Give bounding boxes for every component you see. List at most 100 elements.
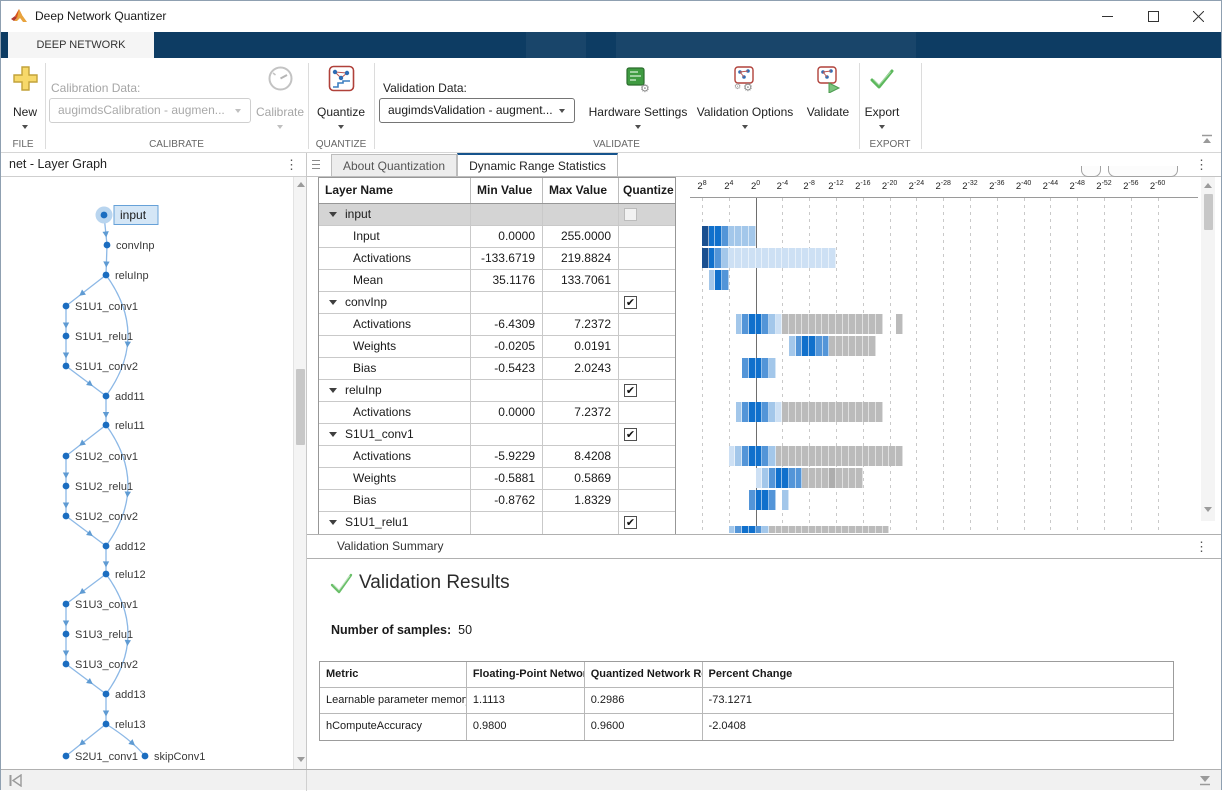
calibrate-button[interactable]: Calibrate [253,64,307,136]
graph-node-label: relu11 [115,420,145,432]
chart-clipped-button-wide[interactable] [1108,166,1178,177]
graph-node-S1U3_relu1[interactable] [63,631,70,638]
expand-triangle-icon[interactable] [329,520,337,525]
graph-node-relu13[interactable] [103,721,110,728]
panel-grip-icon[interactable] [312,160,320,169]
table-row[interactable]: reluInp✔ [319,380,675,402]
collapse-left-icon[interactable] [9,774,22,787]
table-row[interactable]: convInp✔ [319,292,675,314]
table-row[interactable]: Activations-5.92298.4208 [319,446,675,468]
quantize-cell [619,270,675,291]
collapse-ribbon-icon[interactable] [1201,134,1213,144]
histogram-bin [849,314,856,334]
validate-run-icon [815,65,843,93]
graph-node-S1U3_conv1[interactable] [63,601,70,608]
hardware-settings-dropdown-arrow[interactable] [635,125,641,129]
hardware-settings-button[interactable]: ⚙ Hardware Settings [593,64,683,136]
histogram-bin [863,402,870,422]
validation-summary-menu-icon[interactable]: ⋮ [1195,536,1208,558]
graph-node-S1U2_conv1[interactable] [63,453,70,460]
expand-triangle-icon[interactable] [329,432,337,437]
table-row[interactable]: Weights-0.02050.0191 [319,336,675,358]
table-row[interactable]: Bias-0.87621.8329 [319,490,675,512]
graph-node-label: S1U2_conv1 [75,451,138,463]
close-button[interactable] [1175,1,1221,32]
maximize-button[interactable] [1130,1,1176,32]
graph-node-add13[interactable] [103,691,110,698]
histogram-bin [769,358,776,378]
quantize-checkbox[interactable]: ✔ [624,296,637,309]
graph-vertical-scrollbar[interactable] [293,177,306,769]
graph-node-relu11[interactable] [103,422,110,429]
table-row[interactable]: S1U1_conv1✔ [319,424,675,446]
quantize-checkbox[interactable]: ✔ [624,516,637,529]
graph-scroll-up-arrow[interactable] [297,182,305,187]
new-button[interactable]: New [7,64,43,136]
dynamic-range-table: Layer Name Min Value Max Value Quantize … [318,177,676,535]
histogram-vertical-scrollbar[interactable] [1201,177,1215,521]
calibration-data-combo[interactable]: augimdsCalibration - augmen... [49,98,251,123]
minimize-button[interactable] [1084,1,1130,32]
histogram-bin [836,402,843,422]
graph-node-skipConv1[interactable] [142,753,149,760]
graph-node-S1U3_conv2[interactable] [63,661,70,668]
graph-node-S1U1_conv1[interactable] [63,303,70,310]
layer-graph-canvas[interactable]: inputconvInpreluInpS1U1_conv1S1U1_relu1S… [1,177,293,769]
table-row[interactable]: Mean35.1176133.7061 [319,270,675,292]
new-dropdown-arrow[interactable] [22,125,28,129]
quantize-button[interactable]: Quantize [314,64,368,136]
stats-panel-menu-icon[interactable]: ⋮ [1195,154,1208,176]
max-value-cell [543,204,619,225]
max-value-cell: 7.2372 [543,402,619,423]
table-row[interactable]: Input0.0000255.0000 [319,226,675,248]
quantize-checkbox[interactable]: ✔ [624,384,637,397]
graph-node-relu12[interactable] [103,571,110,578]
graph-node-add11[interactable] [103,393,110,400]
table-row[interactable]: Activations-6.43097.2372 [319,314,675,336]
export-dropdown-arrow[interactable] [879,125,885,129]
table-row[interactable]: S1U1_relu1✔ [319,512,675,534]
expand-triangle-icon[interactable] [329,212,337,217]
validation-options-dropdown-arrow[interactable] [742,125,748,129]
histogram-bin [715,226,722,246]
graph-scroll-down-arrow[interactable] [297,757,305,762]
expand-triangle-icon[interactable] [329,388,337,393]
graph-edge-arrow-icon [63,621,69,627]
graph-node-S1U1_conv2[interactable] [63,363,70,370]
table-row[interactable]: input [319,204,675,226]
histogram-scroll-down-arrow[interactable] [1204,507,1212,512]
quantize-checkbox[interactable]: ✔ [624,428,637,441]
validation-cell: -2.0408 [703,714,1173,740]
ribbon-tab-deep-network-quantizer[interactable]: DEEP NETWORK QUANTIZER [8,32,154,58]
table-row[interactable]: Bias-0.54232.0243 [319,358,675,380]
graph-node-S1U2_relu1[interactable] [63,483,70,490]
expand-triangle-icon[interactable] [329,300,337,305]
validation-options-button[interactable]: ⚙ ⚙ Validation Options [699,64,791,136]
table-row[interactable]: Activations-133.6719219.8824 [319,248,675,270]
graph-scrollbar-thumb[interactable] [296,369,305,445]
section-label-validate: VALIDATE [374,139,859,150]
tab-about-quantization[interactable]: About Quantization [331,154,457,177]
layer-graph-menu-icon[interactable]: ⋮ [285,154,298,176]
calibrate-dropdown-arrow[interactable] [277,125,283,129]
table-row[interactable]: Weights-0.58810.5869 [319,468,675,490]
histogram-scroll-up-arrow[interactable] [1204,183,1212,188]
graph-node-convInp[interactable] [104,242,111,249]
table-row[interactable]: Activations0.00007.2372 [319,402,675,424]
graph-node-add12[interactable] [103,543,110,550]
export-button[interactable]: Export [857,64,907,136]
quantize-dropdown-arrow[interactable] [338,125,344,129]
graph-node-input[interactable] [101,212,108,219]
quantize-checkbox[interactable] [624,208,637,221]
graph-node-S1U2_conv2[interactable] [63,513,70,520]
histogram-scrollbar-thumb[interactable] [1204,194,1213,230]
validation-data-combo[interactable]: augimdsValidation - augment... [379,98,575,123]
validate-button[interactable]: Validate [801,64,855,136]
layer-name-cell: Input [319,226,471,247]
chart-clipped-button-small[interactable] [1081,166,1101,177]
graph-node-S2U1_conv1[interactable] [63,753,70,760]
collapse-bottom-icon[interactable] [1198,775,1212,786]
graph-node-reluInp[interactable] [103,272,110,279]
graph-node-S1U1_relu1[interactable] [63,333,70,340]
tab-dynamic-range-statistics[interactable]: Dynamic Range Statistics [457,153,618,177]
